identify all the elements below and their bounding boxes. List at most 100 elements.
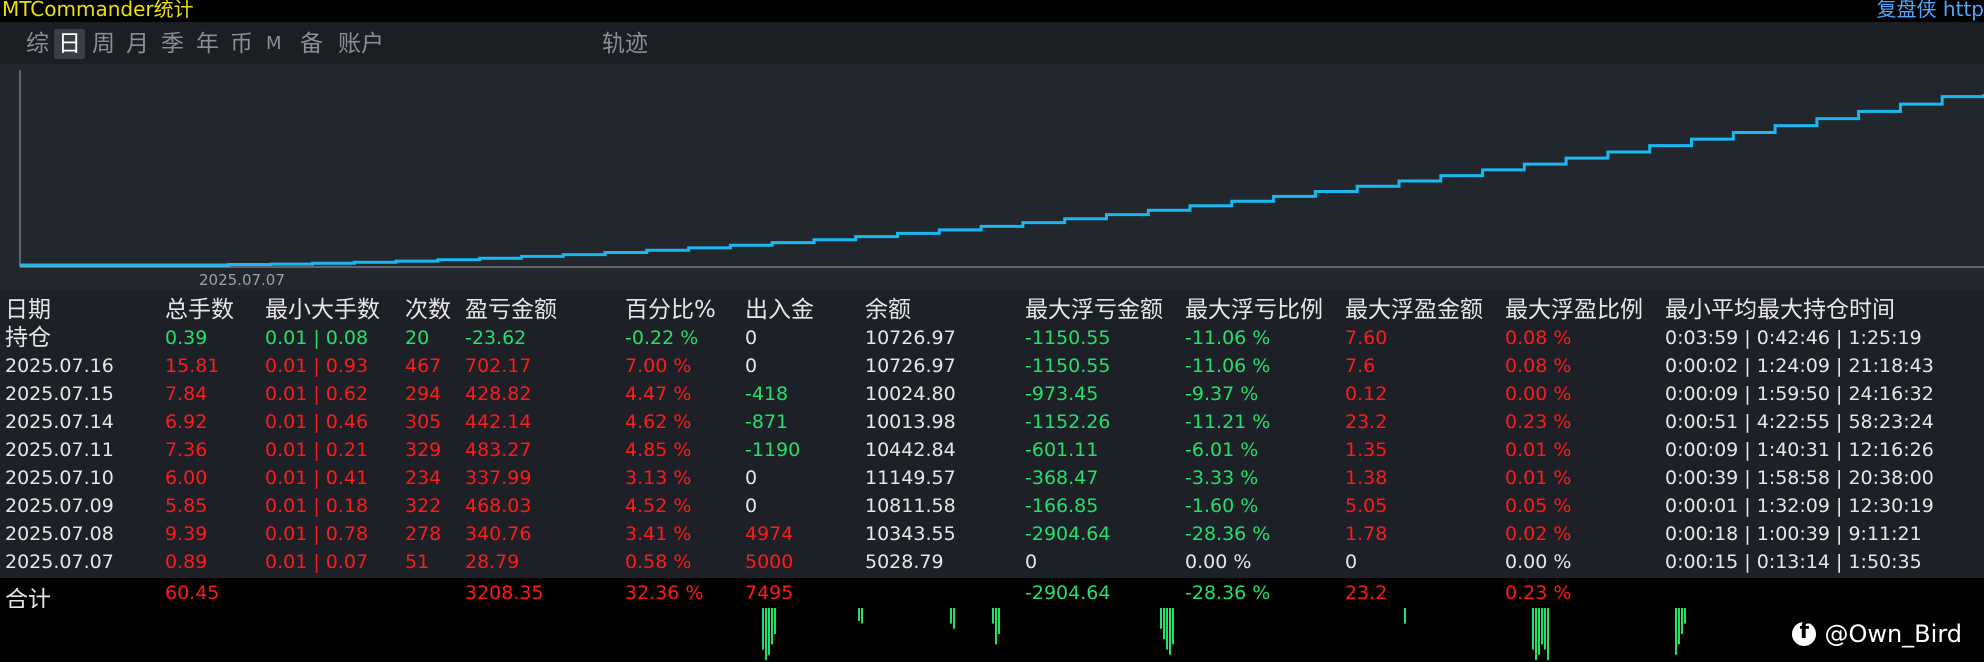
indicator-bar [1544,608,1546,650]
cell-pct: 4.47 % [625,383,692,405]
tab-m[interactable]: M [262,29,286,59]
cell-maxprofitpct: 0.08 % [1505,355,1572,377]
table-row[interactable]: 2025.07.08 9.39 0.01 | 0.78 278 340.76 3… [0,520,1984,548]
tab-currency[interactable]: 币 [226,29,257,59]
cell-pnl: -23.62 [465,327,527,349]
indicator-bar [1678,608,1680,645]
cell-count: 305 [405,411,442,433]
tab-trajectory[interactable]: 轨迹 [598,29,652,59]
cell-date: 2025.07.11 [5,439,114,461]
cell-holding-time: 0:00:18 | 1:00:39 | 9:11:21 [1665,523,1922,545]
cell-pct: 4.62 % [625,411,692,433]
indicator-bar [1541,608,1543,645]
cell-maxlosspct: -28.36 % [1185,523,1271,545]
cell-maxloss: -1152.26 [1025,411,1111,433]
cell-date: 2025.07.07 [5,551,114,573]
total-maxloss: -2904.64 [1025,582,1111,604]
equity-chart: 2025.07.07 [0,64,1984,290]
indicator-bar [992,608,994,624]
cell-flow: 0 [745,327,758,349]
indicator-bar [1166,608,1168,650]
indicator-bar [861,608,863,624]
cell-minmax: 0.01 | 0.21 [265,439,369,461]
cell-pct: 3.13 % [625,467,692,489]
cell-count: 329 [405,439,442,461]
cell-count: 294 [405,383,442,405]
indicator-bar [1547,608,1549,660]
indicator-bar [762,608,764,650]
cell-maxlosspct: -11.06 % [1185,355,1271,377]
indicator-bar [995,608,997,645]
cell-minmax: 0.01 | 0.46 [265,411,369,433]
cell-pct: 3.41 % [625,523,692,545]
tab-year[interactable]: 年 [192,29,223,59]
total-maxlosspct: -28.36 % [1185,582,1271,604]
cell-balance: 10442.84 [865,439,956,461]
cell-holding-time: 0:00:02 | 1:24:09 | 21:18:43 [1665,355,1934,377]
tab-day[interactable]: 日 [54,29,85,59]
cell-holding-time: 0:00:09 | 1:59:50 | 24:16:32 [1665,383,1934,405]
cell-lots: 5.85 [165,495,208,517]
tab-account[interactable]: 账户 [334,29,388,59]
cell-holding-time: 0:00:09 | 1:40:31 | 12:16:26 [1665,439,1934,461]
cell-balance: 11149.57 [865,467,956,489]
cell-flow: 5000 [745,551,794,573]
watermark-text: @Own_Bird [1824,620,1962,648]
bottom-indicator-svg [762,608,1686,660]
title-right-text[interactable]: 复盘侠 http [1877,0,1984,22]
cell-maxprofitpct: 0.00 % [1505,551,1572,573]
tab-overview[interactable]: 综 [22,29,53,59]
table-row[interactable]: 2025.07.10 6.00 0.01 | 0.41 234 337.99 3… [0,464,1984,492]
total-maxprofitpct: 0.23 % [1505,582,1572,604]
stats-table: 日期 总手数 最小大手数 次数 盈亏金额 百分比% 出入金 余额 最大浮亏金额 … [0,290,1984,578]
cell-balance: 10726.97 [865,327,956,349]
table-row-open[interactable]: 持仓 0.39 0.01 | 0.08 20 -23.62 -0.22 % 0 … [0,324,1984,352]
cell-flow: -418 [745,383,789,405]
cell-maxloss: -166.85 [1025,495,1099,517]
cell-date: 2025.07.08 [5,523,114,545]
cell-pnl: 340.76 [465,523,532,545]
cell-lots: 7.36 [165,439,208,461]
cell-holding-time: 0:00:39 | 1:58:58 | 20:38:00 [1665,467,1934,489]
total-flow: 7495 [745,582,794,604]
cell-flow: 0 [745,355,758,377]
indicator-bar [1169,608,1171,655]
cell-balance: 10024.80 [865,383,956,405]
indicator-bar [1532,608,1534,650]
cell-count: 322 [405,495,442,517]
cell-maxprofit: 1.78 [1345,523,1388,545]
tab-week[interactable]: 周 [88,29,119,59]
cell-holding-time: 0:00:51 | 4:22:55 | 58:23:24 [1665,411,1934,433]
cell-lots: 6.00 [165,467,208,489]
cell-pnl: 428.82 [465,383,532,405]
tab-notes[interactable]: 备 [296,29,327,59]
cell-pct: 4.85 % [625,439,692,461]
cell-minmax: 0.01 | 0.08 [265,327,369,349]
cell-maxlosspct: -11.06 % [1185,327,1271,349]
table-row[interactable]: 2025.07.15 7.84 0.01 | 0.62 294 428.82 4… [0,380,1984,408]
tab-quarter[interactable]: 季 [157,29,188,59]
table-row[interactable]: 2025.07.14 6.92 0.01 | 0.46 305 442.14 4… [0,408,1984,436]
cell-maxloss: -368.47 [1025,467,1099,489]
cell-minmax: 0.01 | 0.78 [265,523,369,545]
cell-maxprofitpct: 0.08 % [1505,327,1572,349]
table-row[interactable]: 2025.07.11 7.36 0.01 | 0.21 329 483.27 4… [0,436,1984,464]
tab-month[interactable]: 月 [122,29,153,59]
cell-maxloss: 0 [1025,551,1038,573]
cell-maxprofitpct: 0.01 % [1505,439,1572,461]
table-row[interactable]: 2025.07.07 0.89 0.01 | 0.07 51 28.79 0.5… [0,548,1984,576]
cell-pnl: 702.17 [465,355,532,377]
indicator-bar [1681,608,1683,634]
table-total-row: 合计 60.45 3208.35 32.36 % 7495 -2904.64 -… [0,578,1984,613]
indicator-bar [1538,608,1540,655]
indicator-bar [1404,608,1406,624]
cell-minmax: 0.01 | 0.07 [265,551,369,573]
cell-minmax: 0.01 | 0.41 [265,467,369,489]
cell-minmax: 0.01 | 0.18 [265,495,369,517]
cell-count: 234 [405,467,442,489]
cell-balance: 5028.79 [865,551,944,573]
table-row[interactable]: 2025.07.16 15.81 0.01 | 0.93 467 702.17 … [0,352,1984,380]
table-row[interactable]: 2025.07.09 5.85 0.01 | 0.18 322 468.03 4… [0,492,1984,520]
indicator-bar [950,608,952,624]
cell-maxlosspct: 0.00 % [1185,551,1252,573]
